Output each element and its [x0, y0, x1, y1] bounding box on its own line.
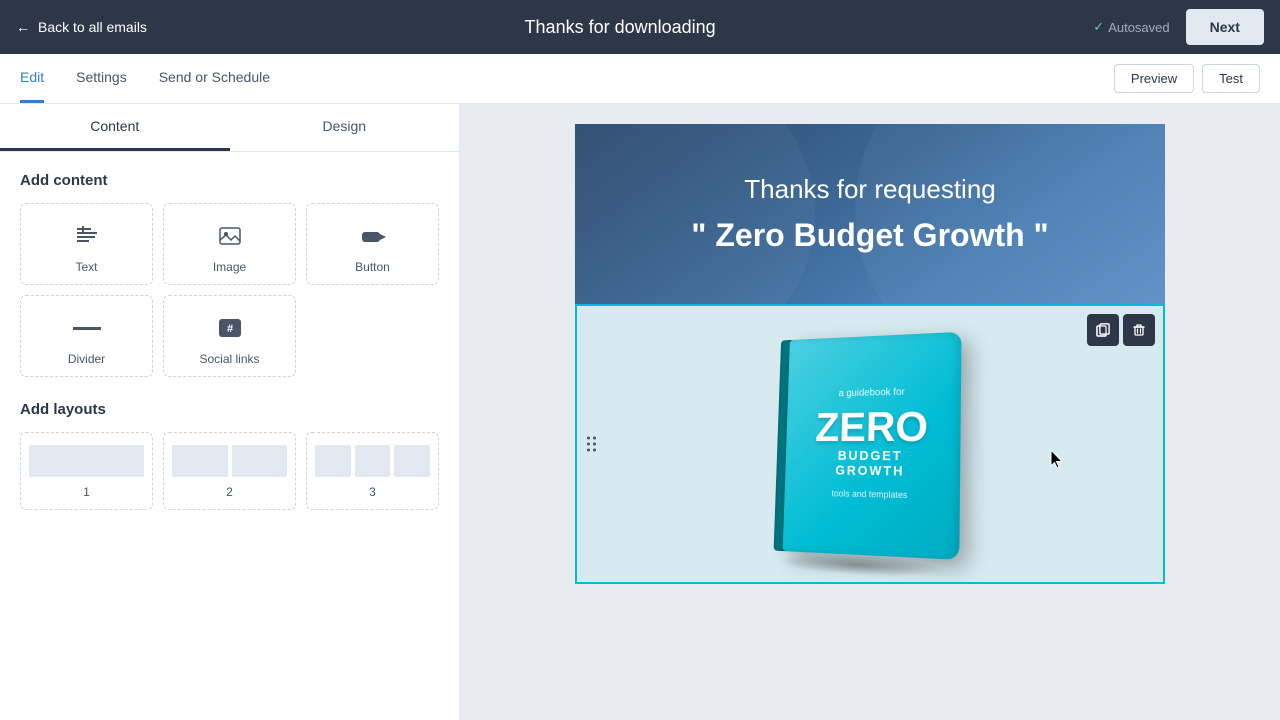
topbar: ← Back to all emails Thanks for download…: [0, 0, 1280, 54]
panel-tab-design[interactable]: Design: [230, 104, 460, 151]
image-label: Image: [213, 260, 246, 274]
preview-button[interactable]: Preview: [1114, 64, 1194, 93]
content-item-button[interactable]: Button: [306, 203, 439, 285]
nav-actions: Preview Test: [1114, 64, 1260, 93]
book-budget-text: BUDGET GROWTH: [803, 448, 939, 479]
book-body: a guidebook for ZERO BUDGET GROWTH tools…: [783, 332, 962, 560]
secondary-nav: Edit Settings Send or Schedule Preview T…: [0, 54, 1280, 104]
drag-handle[interactable]: [583, 433, 600, 456]
layout-item-2col[interactable]: 2: [163, 432, 296, 510]
layout-grid: 1 2 3: [20, 432, 439, 510]
layout-preview-3col: [315, 445, 430, 477]
autosaved-status: ✓ Autosaved: [1093, 19, 1169, 35]
panel-content: Add content Text: [0, 152, 459, 530]
layout-item-1col[interactable]: 1: [20, 432, 153, 510]
canvas-area[interactable]: Thanks for requesting " Zero Budget Grow…: [460, 104, 1280, 720]
layout-preview-2col: [172, 445, 287, 477]
text-icon: [71, 220, 103, 252]
book-tools-text: tools and templates: [831, 488, 907, 502]
book-zero-text: ZERO: [815, 406, 928, 449]
button-label: Button: [355, 260, 390, 274]
cursor-icon: [1045, 448, 1069, 477]
book-guidebook-text: a guidebook for: [838, 387, 904, 399]
back-arrow-icon: ←: [16, 19, 30, 35]
content-item-social-links[interactable]: # Social links: [163, 295, 296, 377]
layout-label-3: 3: [369, 485, 376, 499]
back-to-emails[interactable]: ← Back to all emails: [16, 19, 147, 35]
block-actions: [1087, 314, 1155, 346]
tab-settings[interactable]: Settings: [76, 54, 127, 103]
social-links-label: Social links: [199, 352, 259, 366]
panel-tab-content[interactable]: Content: [0, 104, 230, 151]
book-illustration: a guidebook for ZERO BUDGET GROWTH tools…: [764, 321, 982, 572]
button-icon: [357, 220, 389, 252]
layout-label-1: 1: [83, 485, 90, 499]
test-button[interactable]: Test: [1202, 64, 1260, 93]
topbar-right: ✓ Autosaved Next: [1093, 9, 1264, 45]
header-subtitle: " Zero Budget Growth ": [615, 217, 1125, 254]
panel-tabs: Content Design: [0, 104, 459, 152]
layout-item-3col[interactable]: 3: [306, 432, 439, 510]
copy-block-button[interactable]: [1087, 314, 1119, 346]
divider-label: Divider: [68, 352, 105, 366]
text-label: Text: [75, 260, 97, 274]
tab-edit[interactable]: Edit: [20, 54, 44, 103]
email-title: Thanks for downloading: [525, 17, 716, 38]
image-icon: [214, 220, 246, 252]
back-label: Back to all emails: [38, 19, 147, 35]
left-panel: Content Design Add content: [0, 104, 460, 720]
divider-icon: [71, 312, 103, 344]
layout-label-2: 2: [226, 485, 233, 499]
delete-block-button[interactable]: [1123, 314, 1155, 346]
email-header-block[interactable]: Thanks for requesting " Zero Budget Grow…: [575, 124, 1165, 304]
nav-tabs: Edit Settings Send or Schedule: [20, 54, 270, 103]
main-layout: Content Design Add content: [0, 104, 1280, 720]
content-item-image[interactable]: Image: [163, 203, 296, 285]
social-links-icon: #: [214, 312, 246, 344]
autosaved-label: Autosaved: [1108, 20, 1169, 35]
layout-preview-1col: [29, 445, 144, 477]
content-item-text[interactable]: Text: [20, 203, 153, 285]
next-button[interactable]: Next: [1186, 9, 1264, 45]
email-preview: Thanks for requesting " Zero Budget Grow…: [575, 124, 1165, 584]
content-grid: Text Image: [20, 203, 439, 377]
header-title: Thanks for requesting: [615, 174, 1125, 205]
add-layouts-title: Add layouts: [20, 401, 439, 418]
email-image-block[interactable]: a guidebook for ZERO BUDGET GROWTH tools…: [575, 304, 1165, 584]
svg-text:#: #: [226, 323, 232, 335]
check-icon: ✓: [1093, 19, 1104, 35]
tab-send-schedule[interactable]: Send or Schedule: [159, 54, 270, 103]
content-item-divider[interactable]: Divider: [20, 295, 153, 377]
add-content-title: Add content: [20, 172, 439, 189]
